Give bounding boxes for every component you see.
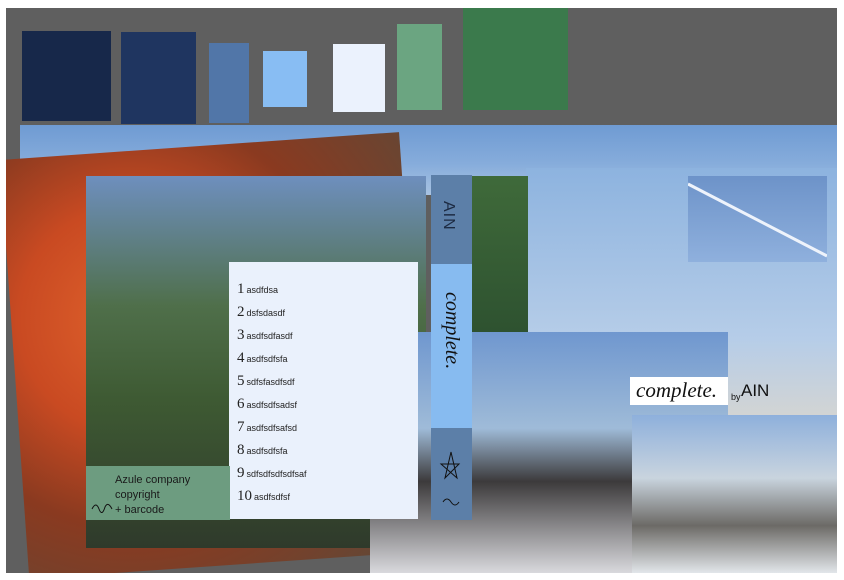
book-spine: AIN complete. [431, 175, 472, 520]
cover-by-label: by [731, 392, 741, 402]
list-item: 3 asdfsdfasdf [237, 326, 293, 344]
company-barcode-note: + barcode [115, 504, 165, 516]
snowy-street-photo[interactable] [632, 415, 837, 573]
numbered-list-panel: 1 asdfdsa 2 dsfsdasdf 3 asdfsdfasdf 4 asdfsdfsf… [229, 262, 418, 519]
list-item-number: 1 [237, 281, 245, 297]
color-swatch[interactable] [397, 24, 442, 110]
color-swatch[interactable] [333, 44, 385, 112]
star-logo-icon [439, 451, 461, 506]
list-item-number: 10 [237, 488, 252, 504]
color-swatch[interactable] [209, 43, 249, 123]
contrail-sky-photo[interactable] [688, 176, 827, 262]
spine-brand-text: AIN [440, 201, 457, 231]
list-item-text: asdfsdfasdf [246, 331, 293, 341]
list-item-number: 3 [237, 327, 245, 343]
signature-logo-icon [91, 503, 113, 513]
list-item: 9 sdfsdfsdfsdfsaf [237, 464, 307, 482]
company-barcode-box: Azule company copyright + barcode [86, 466, 230, 520]
cover-title: complete. [636, 378, 718, 402]
spine-title-text: complete. [441, 292, 463, 370]
green-foliage-photo[interactable] [472, 176, 528, 332]
list-item: 10 asdfsdfsf [237, 487, 290, 505]
list-item-text: asdfsdfsf [254, 492, 291, 502]
list-item-text: asdfsdfsadsf [246, 400, 298, 410]
color-swatch[interactable] [263, 51, 307, 107]
list-item-text: asdfdsa [246, 285, 279, 295]
cover-title-box: complete. [630, 377, 728, 405]
list-item: 4 asdfsdfsfa [237, 349, 288, 367]
color-swatch[interactable] [22, 31, 111, 121]
list-item-text: sdfsfasdfsdf [246, 377, 295, 387]
cover-author: AIN [741, 381, 770, 400]
list-item-number: 4 [237, 350, 245, 366]
list-item-number: 2 [237, 304, 245, 320]
list-item: 2 dsfsdasdf [237, 303, 285, 321]
spine-logo-block [431, 428, 472, 520]
company-name: Azule company [115, 474, 191, 486]
spine-brand-block: AIN [431, 175, 472, 264]
list-item-text: asdfsdfsfa [246, 446, 288, 456]
list-item-number: 7 [237, 419, 245, 435]
list-item-number: 8 [237, 442, 245, 458]
spine-title-block: complete. [431, 264, 472, 428]
list-item-text: dsfsdasdf [246, 308, 286, 318]
contrail-line-graphic [688, 182, 827, 258]
list-item-text: asdfsdfsafsd [246, 423, 298, 433]
list-item-number: 6 [237, 396, 245, 412]
list-item: 1 asdfdsa [237, 280, 278, 298]
list-item: 6 asdfsdfsadsf [237, 395, 297, 413]
list-item-text: sdfsdfsdfsdfsaf [246, 469, 307, 479]
color-swatch[interactable] [121, 32, 196, 124]
list-item: 7 asdfsdfsafsd [237, 418, 297, 436]
list-item: 5 sdfsfasdfsdf [237, 372, 295, 390]
company-copyright: copyright [115, 489, 160, 501]
color-swatch[interactable] [463, 8, 568, 110]
company-text: Azule company copyright + barcode [115, 473, 190, 518]
list-item-number: 5 [237, 373, 245, 389]
list-item: 8 asdfsdfsfa [237, 441, 288, 459]
list-item-text: asdfsdfsfa [246, 354, 288, 364]
list-item-number: 9 [237, 465, 245, 481]
